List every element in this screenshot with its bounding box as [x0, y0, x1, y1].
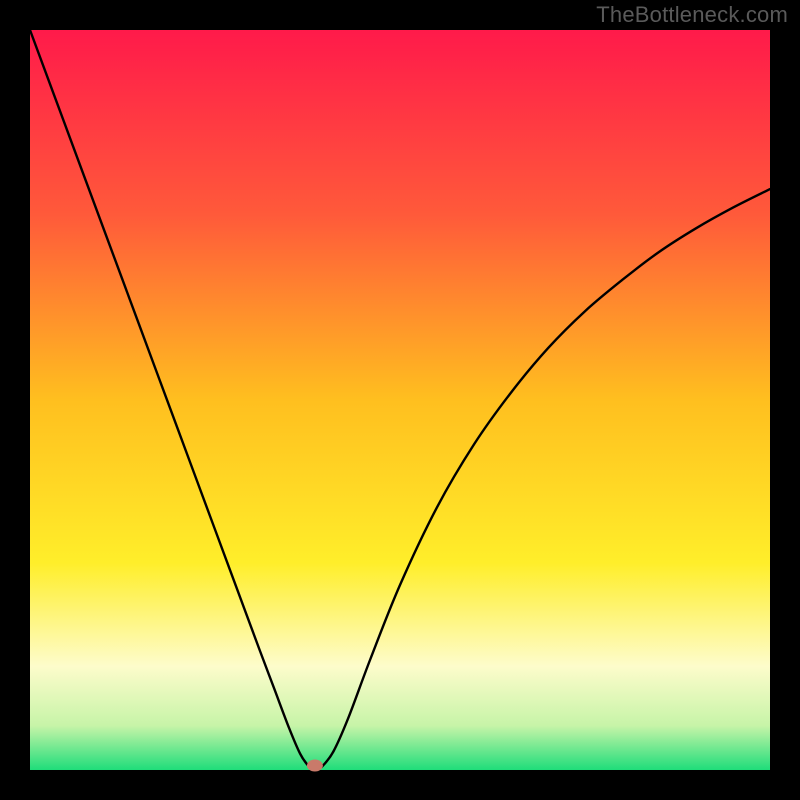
- plot-area: [30, 30, 770, 770]
- watermark-text: TheBottleneck.com: [596, 2, 788, 28]
- optimal-point-marker: [30, 30, 770, 770]
